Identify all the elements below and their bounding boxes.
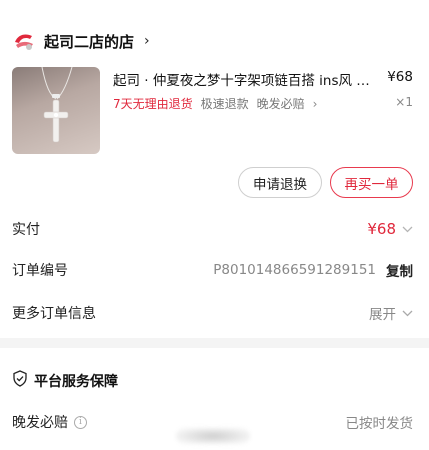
return-policy-tag: 7天无理由退货: [113, 97, 193, 111]
paid-row[interactable]: 实付 ¥68: [12, 217, 413, 241]
copy-button[interactable]: 复制: [386, 260, 413, 280]
apply-refund-button[interactable]: 申请退换: [238, 167, 322, 198]
late-compensation-label: 晚发必赔: [12, 415, 68, 431]
shop-logo-icon: [12, 29, 36, 53]
service-guarantee-title: 平台服务保障: [34, 373, 118, 390]
order-number-row: 订单编号 P801014866591289151 复制: [12, 258, 413, 282]
rebuy-button[interactable]: 再买一单: [330, 167, 413, 198]
product-title[interactable]: 起司 · 仲夏夜之梦十字架项链百搭 ins风 潮流吊坠: [113, 69, 383, 89]
info-icon[interactable]: i: [74, 415, 87, 429]
more-order-info-label: 更多订单信息: [12, 306, 96, 322]
fast-refund-tag: 极速退款: [200, 97, 249, 111]
shop-header[interactable]: 起司二店的店 ›: [12, 26, 150, 56]
toast-blur: [176, 428, 250, 444]
product-quantity: ×1: [395, 95, 413, 109]
product-price: ¥68: [387, 69, 413, 85]
paid-amount: ¥68: [367, 220, 396, 238]
late-compensation-tag: 晚发必赔: [256, 97, 305, 111]
more-order-info-row[interactable]: 更多订单信息 展开: [12, 301, 413, 325]
order-number-value: P801014866591289151: [213, 262, 376, 278]
chevron-right-icon: ›: [144, 33, 150, 49]
order-number-label: 订单编号: [12, 263, 68, 279]
expand-label[interactable]: 展开: [369, 303, 396, 323]
chevron-down-icon[interactable]: [402, 222, 413, 236]
shop-name[interactable]: 起司二店的店: [44, 31, 134, 52]
late-compensation-status: 已按时发货: [345, 416, 414, 432]
chevron-right-icon: ›: [312, 96, 318, 111]
service-guarantee-header: 平台服务保障: [12, 370, 118, 391]
shield-check-icon: [12, 370, 28, 391]
paid-label: 实付: [12, 222, 40, 238]
product-image[interactable]: [12, 67, 100, 154]
chevron-down-icon[interactable]: [402, 306, 413, 320]
product-service-tags[interactable]: 7天无理由退货 极速退款 晚发必赔 ›: [113, 95, 317, 112]
